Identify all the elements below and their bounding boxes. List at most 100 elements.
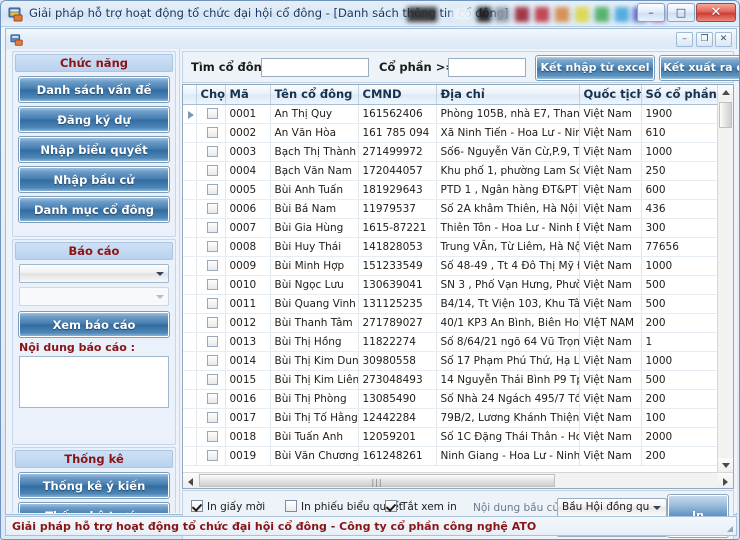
select-noi-dung-bau-cu[interactable]: Bầu Hội đồng quản trị ni <box>557 498 667 517</box>
cell-so-co-phan[interactable]: 1 <box>641 332 720 352</box>
scroll-right-button[interactable] <box>718 473 733 488</box>
row-header-cell[interactable] <box>183 389 197 409</box>
table-row[interactable]: 0017 Bùi Thị Tố Hằng 12442284 79B/2, Lương… <box>183 408 720 428</box>
cell-dia-chi[interactable]: Ninh Giang - Hoa Lư - Ninh ... <box>436 446 580 466</box>
table-row[interactable]: 0013 Bùi Thị Hồng 11822274 Số 8/64/21 ngõ 6… <box>183 332 720 352</box>
cell-dia-chi[interactable]: Số 1C Đặng Thái Thân - Ho... <box>436 427 580 447</box>
cell-dia-chi[interactable]: Số 48-49 , Tt 4 Đô Thị Mỹ Đ... <box>436 256 580 276</box>
cell-quoc-tich[interactable]: Việt Nam <box>579 332 642 352</box>
cell-so-co-phan[interactable]: 1000 <box>641 142 720 162</box>
button-import-excel[interactable]: Kết nhập từ excel <box>535 55 655 81</box>
cell-cmnd[interactable]: 30980558 <box>358 351 437 371</box>
cell-ten-co-dong[interactable]: Bùi Thị Hồng <box>270 332 359 352</box>
search-input[interactable] <box>261 58 369 77</box>
cell-dia-chi[interactable]: Số 2A khâm Thiên, Hà Nội <box>436 199 580 219</box>
cell-cmnd[interactable]: 161248261 <box>358 446 437 466</box>
cell-ten-co-dong[interactable]: Bùi Thị Kim Dung <box>270 351 359 371</box>
cell-ma[interactable]: 0007 <box>225 218 271 238</box>
cell-ten-co-dong[interactable]: Bùi Thanh Tâm <box>270 313 359 333</box>
cell-quoc-tich[interactable]: Việt Nam <box>579 275 642 295</box>
cell-quoc-tich[interactable]: VIệT NAM <box>579 313 642 333</box>
table-row[interactable]: 0007 Bùi Gia Hùng 1615-87221 Thiên Tôn - Ho… <box>183 218 720 238</box>
row-header-cell[interactable] <box>183 294 197 314</box>
cell-cmnd[interactable]: 181929643 <box>358 180 437 200</box>
cell-dia-chi[interactable]: Khu phố 1, phường Lam Sơ... <box>436 161 580 181</box>
cell-dia-chi[interactable]: 40/1 KP3 An Bình, Biên Hoà ... <box>436 313 580 333</box>
cell-ma[interactable]: 0008 <box>225 237 271 257</box>
cell-dia-chi[interactable]: 79B/2, Lương Khánh Thiện, ... <box>436 408 580 428</box>
table-row[interactable]: 0011 Bùi Quang Vinh 131125235 B4/14, Tt Việ… <box>183 294 720 314</box>
cell-ma[interactable]: 0005 <box>225 180 271 200</box>
cell-ten-co-dong[interactable]: Bùi Quang Vinh <box>270 294 359 314</box>
cell-cmnd[interactable]: 12059201 <box>358 427 437 447</box>
cell-cmnd[interactable]: 12442284 <box>358 408 437 428</box>
cell-ten-co-dong[interactable]: Bùi Thị Tố Hằng <box>270 408 359 428</box>
table-row[interactable]: 0004 Bạch Văn Nam 172044057 Khu phố 1, phườ… <box>183 161 720 181</box>
vertical-scroll-thumb[interactable] <box>719 102 732 128</box>
cell-so-co-phan[interactable]: 250 <box>641 161 720 181</box>
button-xem-bao-cao[interactable]: Xem báo cáo <box>18 311 170 338</box>
cell-so-co-phan[interactable]: 436 <box>641 199 720 219</box>
cell-ma[interactable]: 0010 <box>225 275 271 295</box>
grid-col-ma[interactable]: Mã <box>225 85 271 105</box>
cell-cmnd[interactable]: 131125235 <box>358 294 437 314</box>
cell-quoc-tich[interactable]: Việt Nam <box>579 370 642 390</box>
cell-quoc-tich[interactable]: Việt Nam <box>579 256 642 276</box>
cell-so-co-phan[interactable]: 300 <box>641 218 720 238</box>
row-header-cell[interactable] <box>183 104 197 124</box>
cell-dia-chi[interactable]: Xã Ninh Tiến - Hoa Lư - Nin... <box>436 123 580 143</box>
cell-cmnd[interactable]: 271789027 <box>358 313 437 333</box>
table-row[interactable]: 0019 Bùi Văn Chương 161248261 Ninh Giang - … <box>183 446 720 466</box>
cell-dia-chi[interactable]: 14 Nguyễn Thái Bình P9 Tp ... <box>436 370 580 390</box>
cell-dia-chi[interactable]: Số 8/64/21 ngõ 64 Vũ Trọn... <box>436 332 580 352</box>
table-row[interactable]: 0009 Bùi Minh Hợp 151233549 Số 48-49 , Tt 4… <box>183 256 720 276</box>
cell-quoc-tich[interactable]: Việt Nam <box>579 427 642 447</box>
cell-so-co-phan[interactable]: 100 <box>641 408 720 428</box>
cell-cmnd[interactable]: 130639041 <box>358 275 437 295</box>
cell-ma[interactable]: 0004 <box>225 161 271 181</box>
shares-threshold-input[interactable] <box>448 58 526 77</box>
cell-so-co-phan[interactable]: 1000 <box>641 256 720 276</box>
cell-quoc-tich[interactable]: Việt Nam <box>579 237 642 257</box>
mdi-close-button[interactable]: ✕ <box>715 32 732 47</box>
grid-col-chon[interactable]: Chọn <box>196 85 226 105</box>
cell-ten-co-dong[interactable]: Bùi Tuấn Anh <box>270 427 359 447</box>
row-header-cell[interactable] <box>183 123 197 143</box>
cell-so-co-phan[interactable]: 500 <box>641 370 720 390</box>
cell-quoc-tich[interactable]: Việt Nam <box>579 446 642 466</box>
row-select-checkbox[interactable] <box>196 389 226 409</box>
row-select-checkbox[interactable] <box>196 427 226 447</box>
button-thong-ke-truoc[interactable]: Thống kê trước <box>18 502 170 513</box>
table-row[interactable]: 0012 Bùi Thanh Tâm 271789027 40/1 KP3 An Bì… <box>183 313 720 333</box>
cell-quoc-tich[interactable]: Việt Nam <box>579 389 642 409</box>
row-select-checkbox[interactable] <box>196 237 226 257</box>
cell-quoc-tich[interactable]: Việt Nam <box>579 123 642 143</box>
row-header-cell[interactable] <box>183 332 197 352</box>
grid-col-quoctich[interactable]: Quốc tịch <box>579 85 642 105</box>
row-header-cell[interactable] <box>183 427 197 447</box>
cell-ma[interactable]: 0002 <box>225 123 271 143</box>
cell-quoc-tich[interactable]: Việt Nam <box>579 199 642 219</box>
row-header-cell[interactable] <box>183 313 197 333</box>
table-row[interactable]: 0008 Bùi Huy Thái 141828053 Trung VĂn, Từ L… <box>183 237 720 257</box>
table-row[interactable]: 0005 Bùi Anh Tuấn 181929643 PTD 1 , Ngân hà… <box>183 180 720 200</box>
row-select-checkbox[interactable] <box>196 142 226 162</box>
cell-ma[interactable]: 0015 <box>225 370 271 390</box>
cell-ten-co-dong[interactable]: Bùi Thị Phòng <box>270 389 359 409</box>
cell-quoc-tich[interactable]: Việt Nam <box>579 161 642 181</box>
row-select-checkbox[interactable] <box>196 275 226 295</box>
cell-quoc-tich[interactable]: Việt Nam <box>579 351 642 371</box>
cell-cmnd[interactable]: 13085490 <box>358 389 437 409</box>
cell-ten-co-dong[interactable]: Bạch Thị Thành <box>270 142 359 162</box>
cell-quoc-tich[interactable]: Việt Nam <box>579 142 642 162</box>
row-select-checkbox[interactable] <box>196 351 226 371</box>
cell-so-co-phan[interactable]: 500 <box>641 275 720 295</box>
row-header-cell[interactable] <box>183 408 197 428</box>
table-row[interactable]: 0002 An Văn Hòa 161 785 094 Xã Ninh Tiến - … <box>183 123 720 143</box>
cell-dia-chi[interactable]: Phòng 105B, nhà E7, Thanh... <box>436 104 580 124</box>
row-select-checkbox[interactable] <box>196 256 226 276</box>
cell-so-co-phan[interactable]: 200 <box>641 446 720 466</box>
cell-ma[interactable]: 0009 <box>225 256 271 276</box>
grid-col-diachi[interactable]: Địa chỉ <box>436 85 580 105</box>
mdi-minimize-button[interactable]: – <box>676 32 693 47</box>
